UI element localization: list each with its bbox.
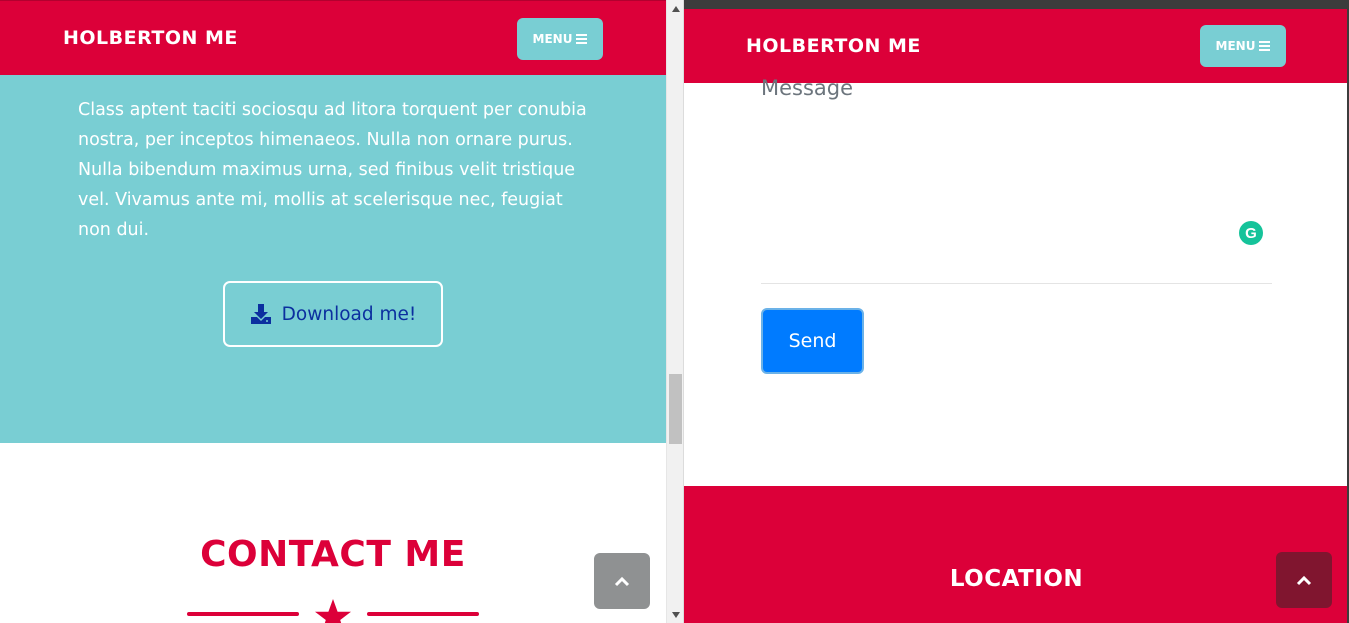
scroll-to-top-button[interactable] <box>1276 552 1332 608</box>
contact-title: CONTACT ME <box>200 534 466 575</box>
message-field-underline <box>761 283 1272 284</box>
left-navbar: HOLBERTON ME MENU <box>0 0 666 75</box>
about-paragraph: Class aptent taciti sociosqu ad litora t… <box>78 100 587 240</box>
chevron-up-icon <box>614 576 630 587</box>
star-icon <box>315 599 351 623</box>
about-section: Class aptent taciti sociosqu ad litora t… <box>0 75 666 443</box>
divider-line-left <box>187 612 299 616</box>
download-button[interactable]: Download me! <box>223 281 443 347</box>
window-titlebar <box>684 0 1349 9</box>
scrollbar-thumb[interactable] <box>669 374 682 444</box>
divider-line-right <box>367 612 479 616</box>
scroll-to-top-button[interactable] <box>594 553 650 609</box>
menu-button[interactable]: MENU <box>517 18 603 60</box>
triangle-up-icon <box>671 5 680 12</box>
location-title: LOCATION <box>949 566 1084 592</box>
chevron-up-icon <box>1296 575 1312 586</box>
triangle-down-icon <box>671 611 680 618</box>
navbar-brand[interactable]: HOLBERTON ME <box>63 27 238 49</box>
download-label: Download me! <box>281 303 417 325</box>
grammarly-icon[interactable]: G <box>1239 221 1263 245</box>
hamburger-icon <box>1259 41 1271 51</box>
right-navbar: HOLBERTON ME MENU <box>684 9 1349 83</box>
navbar-brand[interactable]: HOLBERTON ME <box>746 35 921 57</box>
message-field-placeholder[interactable]: Message <box>761 76 853 100</box>
hamburger-icon <box>576 34 588 44</box>
menu-label: MENU <box>532 32 573 46</box>
download-icon <box>250 304 271 324</box>
send-button[interactable]: Send <box>761 308 864 374</box>
right-browser-pane: HOLBERTON ME MENU Message G Send LOCATIO… <box>684 0 1349 623</box>
left-browser-pane: HOLBERTON ME MENU Class aptent taciti so… <box>0 0 666 623</box>
menu-button[interactable]: MENU <box>1200 25 1286 67</box>
location-section: LOCATION <box>684 486 1349 623</box>
vertical-scrollbar[interactable] <box>666 0 683 623</box>
menu-label: MENU <box>1215 39 1256 53</box>
scroll-up-arrow[interactable] <box>667 0 684 17</box>
scroll-down-arrow[interactable] <box>667 606 684 623</box>
